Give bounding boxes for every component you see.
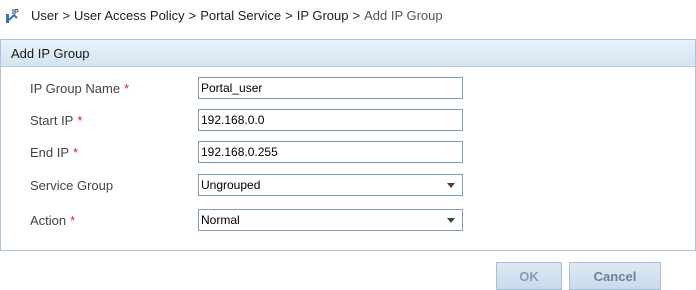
- service-group-label: Service Group: [30, 178, 114, 193]
- end-ip-label: End IP *: [30, 145, 78, 160]
- end-ip-label-text: End IP: [30, 145, 70, 160]
- service-group-row: Service Group Ungrouped: [1, 174, 695, 198]
- start-ip-input[interactable]: 192.168.0.0: [198, 109, 463, 131]
- service-group-value: Ungrouped: [201, 178, 261, 192]
- required-marker: *: [124, 81, 130, 96]
- breadcrumb-user[interactable]: User: [31, 8, 58, 23]
- breadcrumb-separator: >: [285, 7, 293, 23]
- end-ip-row: End IP * 192.168.0.255: [1, 141, 695, 165]
- action-label-text: Action: [30, 213, 67, 228]
- service-group-select[interactable]: Ungrouped: [198, 174, 463, 196]
- ok-button[interactable]: OK: [496, 262, 562, 290]
- ip-group-name-label-text: IP Group Name: [30, 81, 121, 96]
- breadcrumb-add-ip-group: Add IP Group: [364, 7, 443, 23]
- chevron-down-icon[interactable]: [447, 183, 455, 188]
- start-ip-row: Start IP * 192.168.0.0: [1, 109, 695, 133]
- action-row: Action * Normal: [1, 209, 695, 233]
- chevron-down-icon[interactable]: [447, 218, 455, 223]
- breadcrumb-separator: >: [352, 7, 361, 23]
- ip-group-icon: IP: [5, 6, 23, 24]
- required-marker: *: [70, 213, 76, 228]
- ip-group-name-row: IP Group Name * Portal_user: [1, 77, 695, 101]
- breadcrumb-ip-group[interactable]: IP Group: [297, 8, 349, 23]
- panel-title: Add IP Group: [1, 40, 695, 67]
- breadcrumb-user-access-policy[interactable]: User Access Policy: [74, 8, 185, 23]
- cancel-button[interactable]: Cancel: [569, 262, 661, 290]
- breadcrumb-portal-service[interactable]: Portal Service: [200, 8, 281, 23]
- start-ip-label: Start IP *: [30, 113, 82, 128]
- required-marker: *: [73, 145, 79, 160]
- required-marker: *: [77, 113, 83, 128]
- ip-group-name-label: IP Group Name *: [30, 81, 129, 96]
- ip-group-name-input[interactable]: Portal_user: [198, 77, 463, 99]
- breadcrumb: IP User > User Access Policy > Portal Se…: [5, 4, 443, 26]
- action-select[interactable]: Normal: [198, 209, 463, 231]
- add-ip-group-panel: Add IP Group IP Group Name * Portal_user …: [0, 39, 696, 251]
- end-ip-input[interactable]: 192.168.0.255: [198, 141, 463, 163]
- breadcrumb-separator: >: [62, 7, 71, 23]
- action-label: Action *: [30, 213, 75, 228]
- breadcrumb-separator: >: [188, 7, 197, 23]
- svg-text:IP: IP: [12, 9, 19, 16]
- start-ip-label-text: Start IP: [30, 113, 74, 128]
- action-value: Normal: [201, 213, 240, 227]
